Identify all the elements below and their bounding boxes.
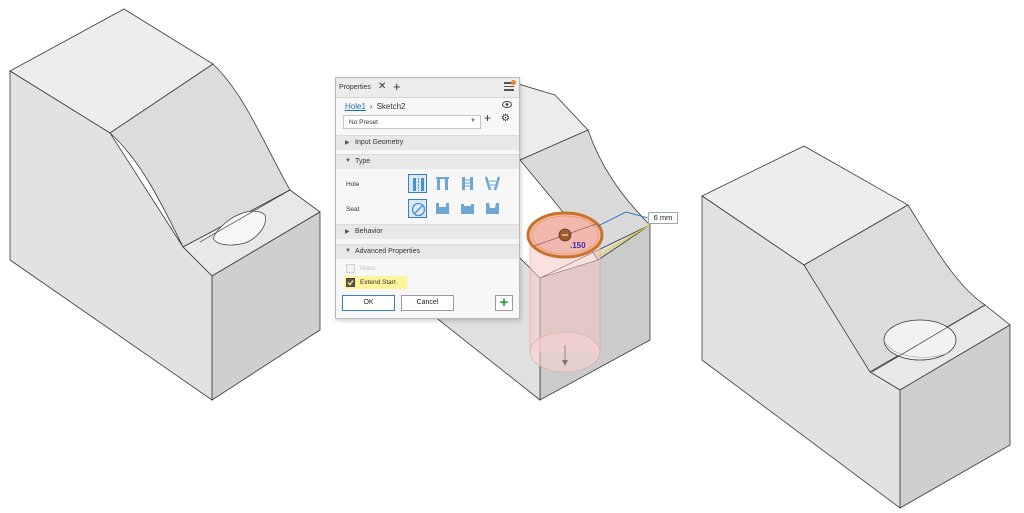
add-preset-icon[interactable]: + (484, 111, 491, 125)
notification-dot-icon (511, 80, 516, 85)
breadcrumb: Hole1 › Sketch2 (345, 102, 405, 111)
eye-icon[interactable] (502, 101, 512, 108)
panel-header: Properties ✕ + (336, 78, 519, 98)
dimmed-option-label: Mass (360, 265, 376, 272)
counterbore-button[interactable] (433, 199, 452, 218)
diameter-dimension-label[interactable]: 6 mm (648, 212, 678, 224)
chevron-down-icon: ▼ (470, 118, 476, 124)
clearance-hole-icon (436, 177, 449, 190)
spotface-icon (461, 204, 474, 214)
seat-type-label: Seat (346, 206, 360, 213)
left-part-model[interactable] (9, 8, 321, 401)
extend-start-label[interactable]: Extend Start (360, 279, 396, 286)
countersink-icon (486, 203, 499, 214)
counterbore-icon (436, 203, 449, 214)
section-advanced-properties[interactable]: ▼ Advanced Properties (336, 244, 519, 259)
cancel-button[interactable]: Cancel (401, 295, 454, 311)
simple-hole-button[interactable] (408, 174, 427, 193)
section-label: Input Geometry (355, 139, 404, 146)
breadcrumb-feature-link[interactable]: Hole1 (345, 102, 366, 111)
checkmark-icon (347, 280, 354, 286)
section-input-geometry[interactable]: ▶ Input Geometry (336, 135, 519, 150)
section-label: Advanced Properties (355, 248, 420, 255)
no-seat-button[interactable] (408, 199, 427, 218)
add-tab-icon[interactable]: + (393, 79, 401, 94)
none-circle-slash-icon (411, 202, 426, 217)
chevron-right-icon: › (369, 102, 373, 111)
expanded-arrow-icon: ▼ (345, 248, 351, 254)
plus-icon: + (499, 294, 509, 311)
apply-plus-button[interactable]: + (495, 295, 513, 311)
simple-hole-icon (413, 178, 424, 191)
hole-type-label: Hole (346, 181, 360, 188)
close-icon[interactable]: ✕ (378, 81, 386, 92)
depth-value-label[interactable]: .150 (570, 241, 586, 250)
countersink-button[interactable] (483, 199, 502, 218)
breadcrumb-sketch[interactable]: Sketch2 (377, 102, 406, 111)
section-label: Behavior (355, 228, 383, 235)
section-type[interactable]: ▼ Type (336, 154, 519, 169)
gear-icon[interactable]: ⚙ (501, 113, 510, 124)
dimmed-option-checkbox (346, 264, 355, 273)
right-part-model[interactable] (701, 145, 1011, 509)
ok-button[interactable]: OK (342, 295, 395, 311)
spotface-button[interactable] (458, 199, 477, 218)
preset-value: No Preset (349, 119, 378, 126)
taper-tapped-hole-button[interactable] (483, 174, 502, 193)
tapped-hole-icon (462, 177, 473, 190)
properties-panel: Properties ✕ + Hole1 › Sketch2 No Preset ▼… (335, 77, 520, 319)
extend-start-checkbox[interactable] (346, 278, 355, 287)
collapsed-arrow-icon: ▶ (345, 229, 350, 235)
section-label: Type (355, 158, 371, 165)
properties-tab-label[interactable]: Properties (339, 84, 371, 91)
expanded-arrow-icon: ▼ (345, 158, 351, 164)
taper-tapped-hole-icon (485, 176, 500, 191)
section-behavior[interactable]: ▶ Behavior (336, 224, 519, 239)
tapped-hole-button[interactable] (458, 174, 477, 193)
clearance-hole-button[interactable] (433, 174, 452, 193)
collapsed-arrow-icon: ▶ (345, 140, 350, 146)
preset-dropdown[interactable]: No Preset ▼ (343, 115, 481, 129)
